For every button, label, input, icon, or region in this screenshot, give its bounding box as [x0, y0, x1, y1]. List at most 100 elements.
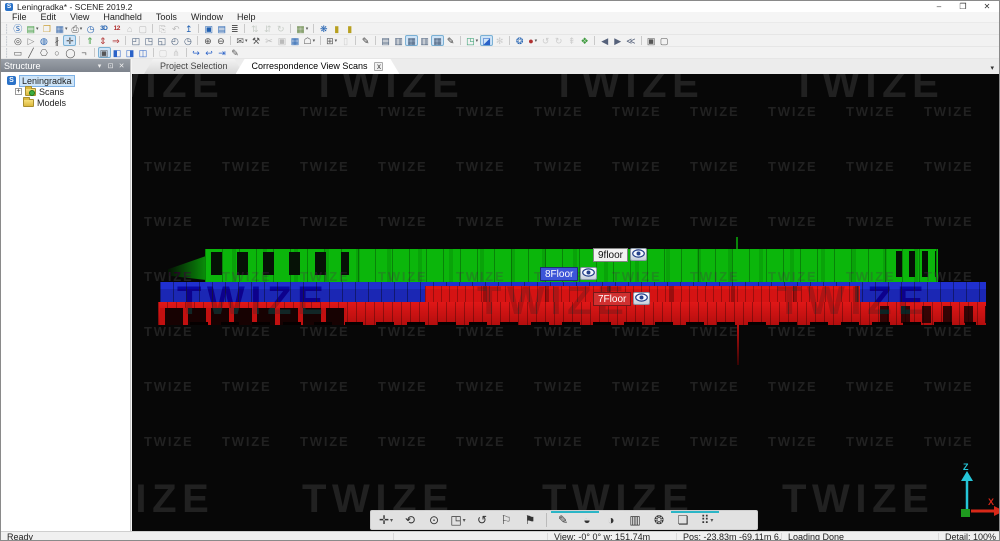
new-project-button[interactable]: ▤ ▾ [24, 23, 40, 34]
table-view-1-button[interactable]: ▤ [379, 35, 392, 46]
open-project-button[interactable]: ❒ [40, 23, 53, 34]
pin-marker-button[interactable]: ☖ ▾ [301, 35, 317, 46]
structure-view-button[interactable]: ▤ [215, 23, 228, 34]
toolbar-grip-handle[interactable]: ┊ [4, 48, 9, 58]
toolbar-grip-handle[interactable]: ┊ [4, 36, 9, 46]
annotate-button[interactable]: ✎ [359, 35, 372, 46]
menu-help[interactable]: Help [230, 12, 263, 23]
print-button[interactable]: ⎙ ▾ [70, 23, 85, 34]
cube-view-button[interactable]: ◳ ▾ [464, 35, 480, 46]
menu-view[interactable]: View [63, 12, 96, 23]
panel-collapse-button[interactable]: ▾ [94, 62, 105, 70]
visibility-toggle-8floor[interactable] [580, 267, 598, 280]
save-project-button[interactable]: ▦ ▾ [53, 23, 69, 34]
close-button[interactable]: ✕ [975, 1, 999, 12]
view-options-button[interactable]: ⠿ ▾ [695, 511, 719, 529]
list-view-button[interactable]: ≣ [228, 23, 241, 34]
scanner-battery-1-button[interactable]: ▮ [330, 23, 343, 34]
select-intersect-button[interactable]: ◫ [137, 47, 150, 58]
push-scan-button[interactable]: ⇒ [109, 35, 122, 46]
line-select-button[interactable]: ╱ [24, 47, 37, 58]
cube-solid-button[interactable]: ◪ [480, 35, 494, 46]
pointer-mode-button[interactable]: ▷ [24, 35, 37, 46]
rotate-cw-button[interactable]: ◱ [155, 35, 168, 46]
place-scan-button[interactable]: ⇑ [83, 35, 96, 46]
vr-view-button[interactable]: ◒ [575, 511, 599, 529]
restore-button[interactable]: ❐ [951, 1, 975, 12]
view-cube-button[interactable]: ◳ ▾ [446, 511, 470, 529]
table-view-4-button[interactable]: ▥ [418, 35, 431, 46]
histogram-view-button[interactable]: ▥ [623, 511, 647, 529]
jump-to-button[interactable]: ↪ [190, 47, 203, 58]
pick-pen-button[interactable]: ✎ [229, 47, 242, 58]
render-sphere-button[interactable]: ❂ [513, 35, 526, 46]
reset-view-button[interactable]: ↺ [470, 511, 494, 529]
tree-item-scans[interactable]: + Scans [15, 85, 128, 97]
step-back-button[interactable]: ◀ [598, 35, 611, 46]
send-mail-button[interactable]: ✉ ▾ [234, 35, 249, 46]
select-add-button[interactable]: ◧ [111, 47, 124, 58]
scanner-battery-2-button[interactable]: ▮ [343, 23, 356, 34]
tab-close-icon[interactable]: x [374, 62, 383, 71]
polyline-select-button[interactable]: ¬ [78, 47, 91, 58]
measure-button[interactable]: ∦ [50, 35, 63, 46]
zoom-in-button[interactable]: ⊕ [201, 35, 214, 46]
zoom-mode-button[interactable]: ⊙ [422, 511, 446, 529]
rotate-axis-button[interactable]: ◷ [181, 35, 194, 46]
material-ball-button[interactable]: ● ▾ [526, 35, 539, 46]
step-forward-button[interactable]: ▶ [611, 35, 624, 46]
jump-back-button[interactable]: ↩ [203, 47, 216, 58]
webshare-button[interactable]: ❋ [317, 23, 330, 34]
view-3d-button[interactable]: 3D [97, 23, 110, 34]
image-view-button[interactable]: ▣ [202, 23, 215, 34]
scene-logo-button[interactable]: Ⓢ [11, 23, 24, 34]
tree-item-models[interactable]: Models [23, 96, 128, 108]
select-inside-button[interactable]: ▣ [97, 47, 111, 58]
menu-tools[interactable]: Tools [149, 12, 184, 23]
menu-handheld[interactable]: Handheld [96, 12, 149, 23]
circle-select-button[interactable]: ○ [50, 47, 63, 58]
step-first-button[interactable]: ≪ [624, 35, 637, 46]
rotate-left-button[interactable]: ◰ [129, 35, 142, 46]
polygon-select-button[interactable]: ⎔ [37, 47, 50, 58]
menu-file[interactable]: File [5, 12, 34, 23]
next-view-button[interactable]: ⚑ [518, 511, 542, 529]
snapshot-button[interactable]: ▦ ▾ [294, 23, 310, 34]
zoom-fit-button[interactable]: ⊖ [214, 35, 227, 46]
contrast-view-button[interactable]: ◑ [599, 511, 623, 529]
tools-build-button[interactable]: ⚒ [249, 35, 262, 46]
import-button[interactable]: ↥ [182, 23, 195, 34]
table-pen-button[interactable]: ✎ [444, 35, 457, 46]
ellipse-select-button[interactable]: ◯ [63, 47, 77, 58]
tree-expander-icon[interactable]: + [15, 88, 22, 95]
select-mode-button[interactable]: ◎ [11, 35, 24, 46]
rect-select-button[interactable]: ▭ [11, 47, 24, 58]
minimize-button[interactable]: – [927, 1, 951, 12]
tab-correspondence-view-scans[interactable]: Correspondence View Scans x [236, 59, 400, 74]
jump-end-button[interactable]: ⇥ [216, 47, 229, 58]
panel-close-button[interactable]: ✕ [116, 62, 127, 70]
correspondence-view-viewport[interactable]: TWIZE TWIZE TWIZE TWIZE TWIZE TWIZE TWIZE TWIZE… [132, 74, 999, 531]
world-view-button[interactable]: ◍ [37, 35, 50, 46]
tree-item-leningradka[interactable]: S Leningradka [7, 74, 128, 87]
maximize-view-button[interactable]: ▣ [645, 35, 658, 46]
view-planar-button[interactable]: 12 [110, 23, 123, 34]
job-history-button[interactable]: ◷ [84, 23, 97, 34]
scan-band-7floor[interactable] [158, 302, 986, 325]
table-view-5-button[interactable]: ▦ [431, 35, 445, 46]
walk-mode-button[interactable]: ✛ ▾ [374, 511, 398, 529]
select-subtract-button[interactable]: ◨ [124, 47, 137, 58]
visibility-toggle-7floor[interactable] [633, 292, 651, 305]
tab-project-selection[interactable]: Project Selection [144, 59, 244, 74]
color-wheel-button[interactable]: ❂ [647, 511, 671, 529]
clipping-tool-button[interactable]: ✎ [551, 511, 575, 529]
tab-list-chevron-icon[interactable]: ▾ [990, 64, 994, 72]
orbit-mode-button[interactable]: ⟲ [398, 511, 422, 529]
share-nodes-button[interactable]: ❖ [578, 35, 591, 46]
rotate-free-button[interactable]: ◴ [168, 35, 181, 46]
prev-view-button[interactable]: ⚐ [494, 511, 518, 529]
pan-mode-button[interactable]: ✛ [63, 35, 77, 46]
table-view-2-button[interactable]: ▥ [392, 35, 405, 46]
photo-overlay-button[interactable]: ▦ [288, 35, 301, 46]
visibility-toggle-9floor[interactable] [630, 248, 648, 261]
